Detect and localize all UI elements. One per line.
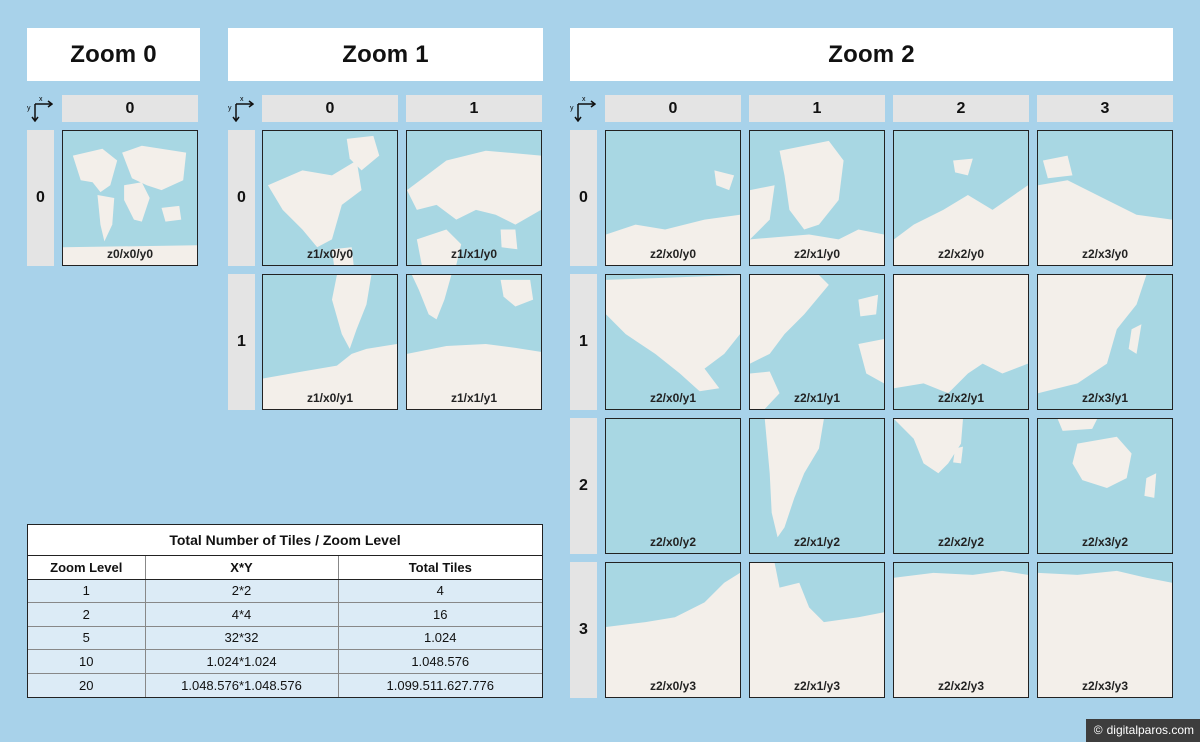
copyright-text: digitalparos.com: [1106, 723, 1194, 737]
column-header: 0: [605, 95, 741, 122]
table-row: 10 1.024*1.024 1.048.576: [28, 649, 542, 674]
tile-label: z2/x2/y2: [937, 535, 985, 549]
svg-text:y: y: [228, 105, 232, 112]
table-cell: 1.024: [338, 625, 542, 650]
tiles-table: Total Number of Tiles / Zoom Level Zoom …: [27, 524, 543, 698]
table-cell: 4*4: [145, 602, 339, 627]
tile-label: z2/x2/y1: [937, 391, 985, 405]
table-cell: 2: [28, 602, 146, 627]
table-caption: Total Number of Tiles / Zoom Level: [28, 525, 542, 556]
map-tile: z2/x0/y2: [605, 418, 741, 554]
tile-label: z2/x2/y0: [937, 247, 985, 261]
table-row: 5 32*32 1.024: [28, 625, 542, 650]
tile-label: z2/x2/y3: [937, 679, 985, 693]
tile-label: z2/x3/y3: [1081, 679, 1129, 693]
tile-label: z2/x1/y2: [793, 535, 841, 549]
table-cell: 1.048.576: [338, 649, 542, 674]
map-tile: z2/x3/y0: [1037, 130, 1173, 266]
column-header: 2: [893, 95, 1029, 122]
map-tile: z2/x1/y2: [749, 418, 885, 554]
map-tile: z1/x0/y1: [262, 274, 398, 410]
tile-label: z2/x3/y0: [1081, 247, 1129, 261]
table-cell: 1.048.576*1.048.576: [145, 672, 339, 697]
tile-label: z2/x0/y3: [649, 679, 697, 693]
map-tile: z2/x2/y2: [893, 418, 1029, 554]
map-tile: z2/x3/y1: [1037, 274, 1173, 410]
svg-text:y: y: [27, 105, 31, 112]
table-row: 20 1.048.576*1.048.576 1.099.511.627.776: [28, 672, 542, 697]
map-tile: z2/x3/y2: [1037, 418, 1173, 554]
tile-label: z2/x1/y0: [793, 247, 841, 261]
row-header: 1: [570, 274, 597, 410]
map-tile: z2/x2/y1: [893, 274, 1029, 410]
column-header-zoom-level: Zoom Level: [28, 556, 146, 580]
map-tile: z2/x1/y1: [749, 274, 885, 410]
row-header: 1: [228, 274, 255, 410]
map-tile: z1/x1/y0: [406, 130, 542, 266]
map-tile: z1/x1/y1: [406, 274, 542, 410]
table-cell: 32*32: [145, 625, 339, 650]
row-header: 3: [570, 562, 597, 698]
tile-label: z1/x0/y0: [306, 247, 354, 261]
row-header: 0: [570, 130, 597, 266]
table-cell: 1: [28, 578, 146, 603]
tile-label: z2/x0/y1: [649, 391, 697, 405]
zoom1-title: Zoom 1: [228, 28, 543, 81]
tile-label: z2/x1/y1: [793, 391, 841, 405]
axis-icon: x y: [570, 96, 596, 122]
table-header-row: Zoom Level X*Y Total Tiles: [28, 556, 542, 580]
svg-text:y: y: [570, 105, 574, 112]
zoom0-title: Zoom 0: [27, 28, 200, 81]
tile-label: z2/x3/y1: [1081, 391, 1129, 405]
map-tile: z2/x1/y0: [749, 130, 885, 266]
column-header: 1: [406, 95, 542, 122]
table-row: 2 4*4 16: [28, 602, 542, 627]
svg-text:x: x: [582, 96, 586, 103]
table-cell: 1.024*1.024: [145, 649, 339, 674]
row-header: 0: [27, 130, 54, 266]
column-header: 3: [1037, 95, 1173, 122]
map-tile: z1/x0/y0: [262, 130, 398, 266]
copyright-badge: © digitalparos.com: [1085, 719, 1200, 742]
table-cell: 4: [338, 578, 542, 603]
column-header: 0: [262, 95, 398, 122]
table-cell: 20: [28, 672, 146, 697]
tile-label: z1/x1/y0: [450, 247, 498, 261]
tile-label: z2/x0/y2: [649, 535, 697, 549]
svg-text:x: x: [39, 96, 43, 103]
map-tile: z2/x2/y3: [893, 562, 1029, 698]
tile-label: z1/x0/y1: [306, 391, 354, 405]
axis-icon: x y: [27, 96, 53, 122]
table-cell: 2*2: [145, 578, 339, 603]
table-cell: 10: [28, 649, 146, 674]
copyright-icon: ©: [1093, 723, 1103, 737]
row-header: 2: [570, 418, 597, 554]
column-header-xy: X*Y: [145, 556, 339, 580]
map-tile: z2/x0/y3: [605, 562, 741, 698]
svg-text:x: x: [240, 96, 244, 103]
row-header: 0: [228, 130, 255, 266]
tile-label: z2/x1/y3: [793, 679, 841, 693]
table-cell: 1.099.511.627.776: [338, 672, 542, 697]
column-header: 0: [62, 95, 198, 122]
tile-label: z2/x0/y0: [649, 247, 697, 261]
zoom2-title: Zoom 2: [570, 28, 1173, 81]
tile-label: z0/x0/y0: [106, 247, 154, 261]
tile-label: z2/x3/y2: [1081, 535, 1129, 549]
map-tile: z2/x1/y3: [749, 562, 885, 698]
map-tile: z2/x2/y0: [893, 130, 1029, 266]
tile-label: z1/x1/y1: [450, 391, 498, 405]
map-tile: z2/x3/y3: [1037, 562, 1173, 698]
column-header-total-tiles: Total Tiles: [338, 556, 542, 580]
map-tile: z2/x0/y0: [605, 130, 741, 266]
map-tile: z0/x0/y0: [62, 130, 198, 266]
column-header: 1: [749, 95, 885, 122]
table-cell: 16: [338, 602, 542, 627]
axis-icon: x y: [228, 96, 254, 122]
table-cell: 5: [28, 625, 146, 650]
map-tile: z2/x0/y1: [605, 274, 741, 410]
table-row: 1 2*2 4: [28, 578, 542, 603]
